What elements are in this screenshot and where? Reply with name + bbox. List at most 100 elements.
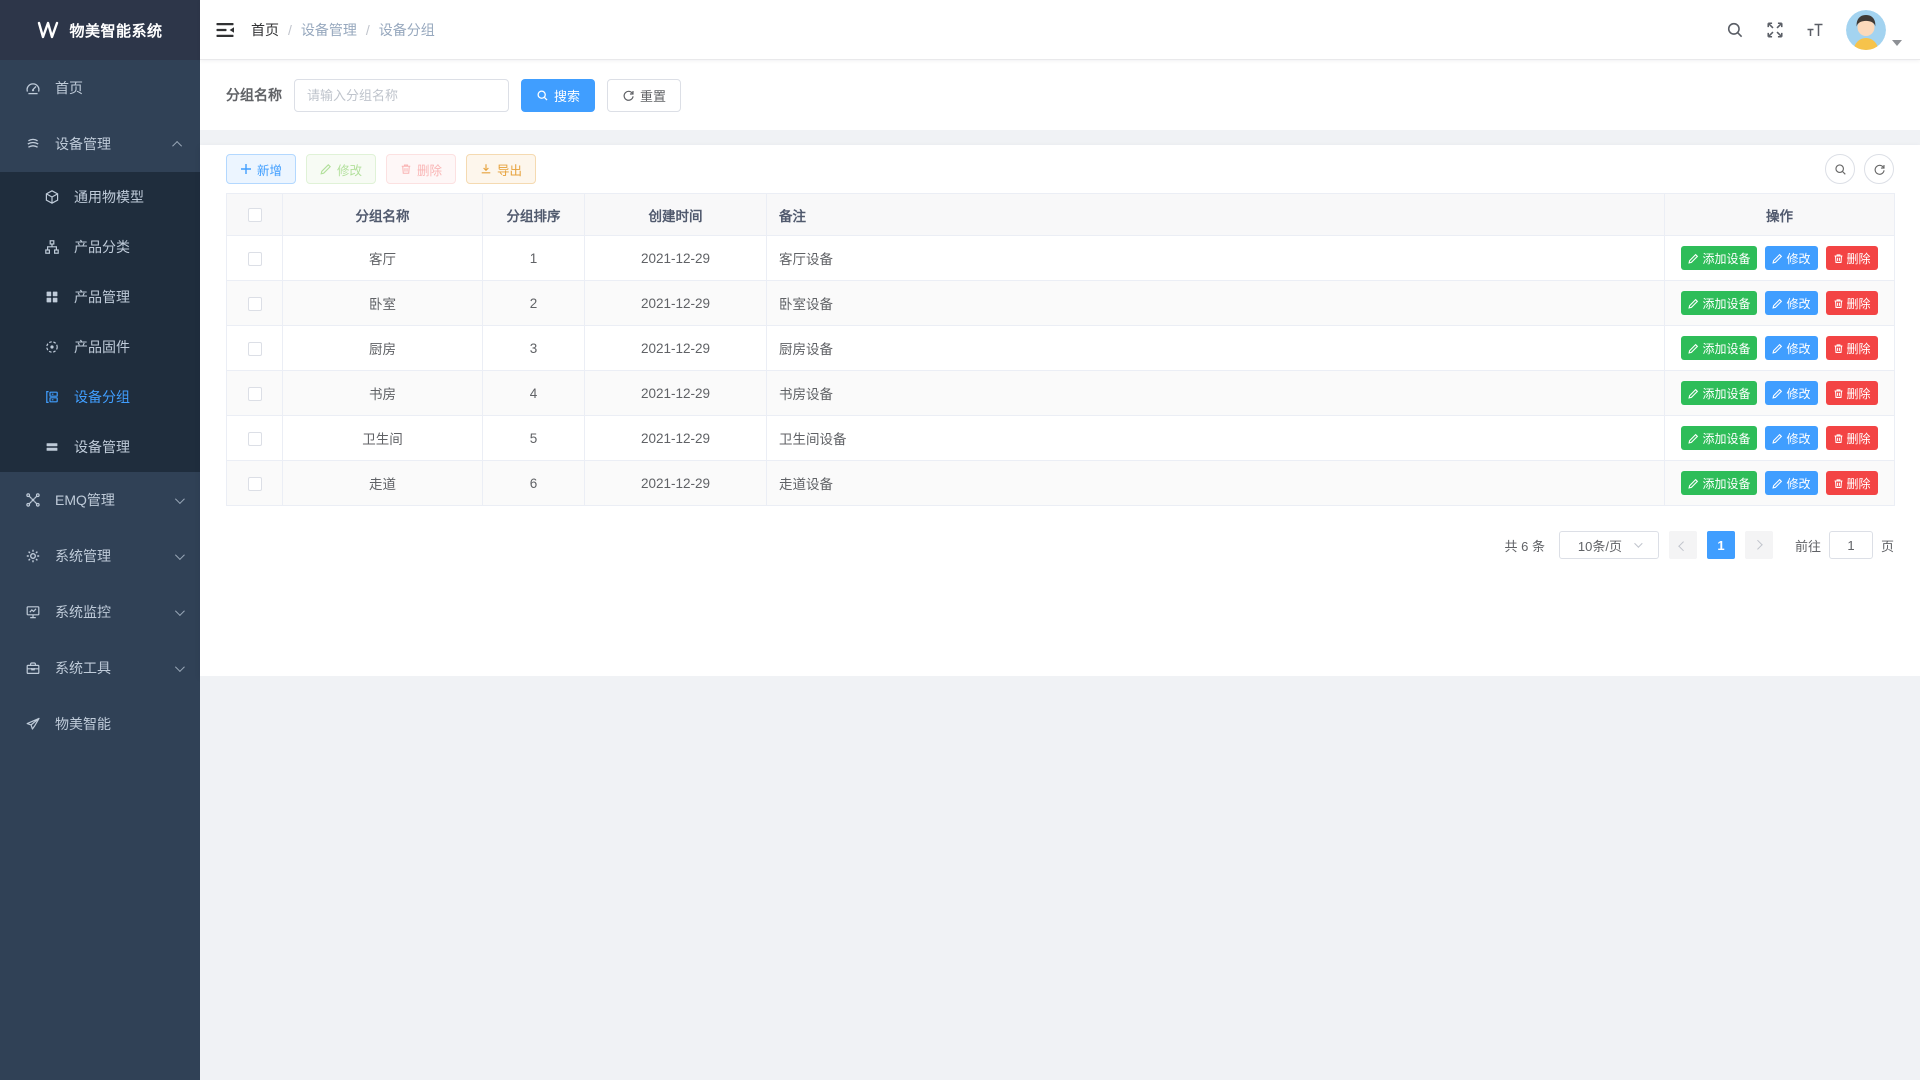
search-icon[interactable] (1726, 21, 1744, 39)
row-delete-button[interactable]: 删除 (1826, 291, 1878, 315)
sidebar-item-home[interactable]: 首页 (0, 60, 200, 116)
row-delete-button[interactable]: 删除 (1826, 336, 1878, 360)
add-device-button[interactable]: 添加设备 (1681, 381, 1757, 405)
top-navbar: 首页 / 设备管理 / 设备分组 (200, 0, 1920, 60)
toggle-search-button[interactable] (1825, 154, 1855, 184)
cell-group-order: 4 (483, 371, 585, 416)
add-device-button[interactable]: 添加设备 (1681, 336, 1757, 360)
cell-created: 2021-12-29 (585, 326, 767, 371)
reset-button[interactable]: 重置 (607, 79, 681, 112)
sidebar-item-label: 设备管理 (55, 134, 175, 154)
reset-button-label: 重置 (640, 86, 666, 105)
cell-group-name: 厨房 (283, 326, 483, 371)
refresh-button[interactable] (1864, 154, 1894, 184)
sidebar-item-label: 产品分类 (74, 237, 182, 257)
sidebar-item-thing-model[interactable]: 通用物模型 (0, 172, 200, 222)
table-row: 客厅 1 2021-12-29 客厅设备 添加设备修改删除 (227, 236, 1895, 281)
cell-created: 2021-12-29 (585, 371, 767, 416)
row-delete-button[interactable]: 删除 (1826, 246, 1878, 270)
device-group-table: 分组名称 分组排序 创建时间 备注 操作 客厅 1 2021-12-29 客厅设… (226, 193, 1895, 506)
sidebar-item-product-manage[interactable]: 产品管理 (0, 272, 200, 322)
prev-page-button[interactable] (1669, 531, 1697, 559)
select-all-checkbox[interactable] (248, 208, 262, 222)
row-edit-label: 修改 (1786, 250, 1810, 267)
add-device-button[interactable]: 添加设备 (1681, 426, 1757, 450)
sidebar-item-device-list[interactable]: 设备管理 (0, 422, 200, 472)
row-delete-label: 删除 (1847, 430, 1871, 447)
row-edit-button[interactable]: 修改 (1765, 336, 1817, 360)
row-delete-label: 删除 (1847, 250, 1871, 267)
row-delete-button[interactable]: 删除 (1826, 381, 1878, 405)
row-delete-button[interactable]: 删除 (1826, 426, 1878, 450)
table-row: 书房 4 2021-12-29 书房设备 添加设备修改删除 (227, 371, 1895, 416)
page-number-button[interactable]: 1 (1707, 531, 1735, 559)
next-page-button[interactable] (1745, 531, 1773, 559)
row-edit-button[interactable]: 修改 (1765, 426, 1817, 450)
pagination-jumper: 前往 页 (1795, 531, 1894, 559)
row-edit-button[interactable]: 修改 (1765, 471, 1817, 495)
row-checkbox[interactable] (248, 342, 262, 356)
font-size-icon[interactable] (1806, 21, 1824, 39)
table-row: 厨房 3 2021-12-29 厨房设备 添加设备修改删除 (227, 326, 1895, 371)
delete-button[interactable]: 删除 (386, 154, 456, 184)
sidebar-item-emq-manage[interactable]: EMQ管理 (0, 472, 200, 528)
sidebar-item-product-category[interactable]: 产品分类 (0, 222, 200, 272)
sidebar-item-system-tools[interactable]: 系统工具 (0, 640, 200, 696)
chevron-right-icon (1753, 539, 1763, 549)
add-button[interactable]: 新增 (226, 154, 296, 184)
sidebar-item-device-group[interactable]: 设备分组 (0, 372, 200, 422)
table-toolbar: 新增 修改 删除 导出 (226, 154, 1894, 184)
logo[interactable]: 物美智能系统 (0, 0, 200, 60)
row-checkbox[interactable] (248, 297, 262, 311)
cell-group-name: 书房 (283, 371, 483, 416)
user-menu[interactable] (1846, 10, 1902, 50)
sidebar-item-system-monitor[interactable]: 系统监控 (0, 584, 200, 640)
sidebar-item-label: 产品固件 (74, 337, 182, 357)
sidebar-item-product-firmware[interactable]: 产品固件 (0, 322, 200, 372)
cell-group-order: 6 (483, 461, 585, 506)
row-edit-button[interactable]: 修改 (1765, 246, 1817, 270)
group-name-label: 分组名称 (226, 85, 282, 105)
export-button-label: 导出 (497, 160, 522, 179)
page-size-select[interactable]: 10条/页 (1559, 531, 1659, 559)
sidebar-item-wumei-smart[interactable]: 物美智能 (0, 696, 200, 752)
row-edit-button[interactable]: 修改 (1765, 291, 1817, 315)
add-device-button[interactable]: 添加设备 (1681, 471, 1757, 495)
add-button-label: 新增 (257, 160, 282, 179)
breadcrumb-home[interactable]: 首页 (251, 20, 279, 40)
row-checkbox[interactable] (248, 252, 262, 266)
row-edit-label: 修改 (1786, 295, 1810, 312)
row-delete-button[interactable]: 删除 (1826, 471, 1878, 495)
cell-remark: 书房设备 (767, 371, 1665, 416)
sidebar-item-label: 通用物模型 (74, 187, 182, 207)
sidebar-toggle-icon[interactable] (215, 20, 235, 40)
chevron-down-icon (1634, 539, 1642, 547)
row-checkbox[interactable] (248, 432, 262, 446)
gear-icon (25, 548, 41, 564)
sidebar-item-device-manage[interactable]: 设备管理 (0, 116, 200, 172)
row-checkbox[interactable] (248, 477, 262, 491)
goto-page-input[interactable] (1829, 531, 1873, 559)
export-button[interactable]: 导出 (466, 154, 536, 184)
group-name-input[interactable] (294, 79, 509, 112)
edit-button[interactable]: 修改 (306, 154, 376, 184)
table-row: 卧室 2 2021-12-29 卧室设备 添加设备修改删除 (227, 281, 1895, 326)
search-button[interactable]: 搜索 (521, 79, 595, 112)
fullscreen-icon[interactable] (1766, 21, 1784, 39)
sidebar-item-system-manage[interactable]: 系统管理 (0, 528, 200, 584)
col-header-actions: 操作 (1665, 194, 1895, 236)
add-device-button[interactable]: 添加设备 (1681, 246, 1757, 270)
caret-down-icon (1892, 40, 1902, 46)
chevron-left-icon (1679, 541, 1689, 551)
add-device-button[interactable]: 添加设备 (1681, 291, 1757, 315)
cell-remark: 走道设备 (767, 461, 1665, 506)
add-device-label: 添加设备 (1702, 475, 1750, 492)
sidebar-item-label: 物美智能 (55, 714, 182, 734)
row-checkbox[interactable] (248, 387, 262, 401)
sidebar-item-label: 系统监控 (55, 602, 175, 622)
add-device-label: 添加设备 (1702, 430, 1750, 447)
monitor-icon (25, 604, 41, 620)
row-edit-button[interactable]: 修改 (1765, 381, 1817, 405)
sidebar-item-label: 产品管理 (74, 287, 182, 307)
chevron-down-icon (175, 550, 185, 560)
